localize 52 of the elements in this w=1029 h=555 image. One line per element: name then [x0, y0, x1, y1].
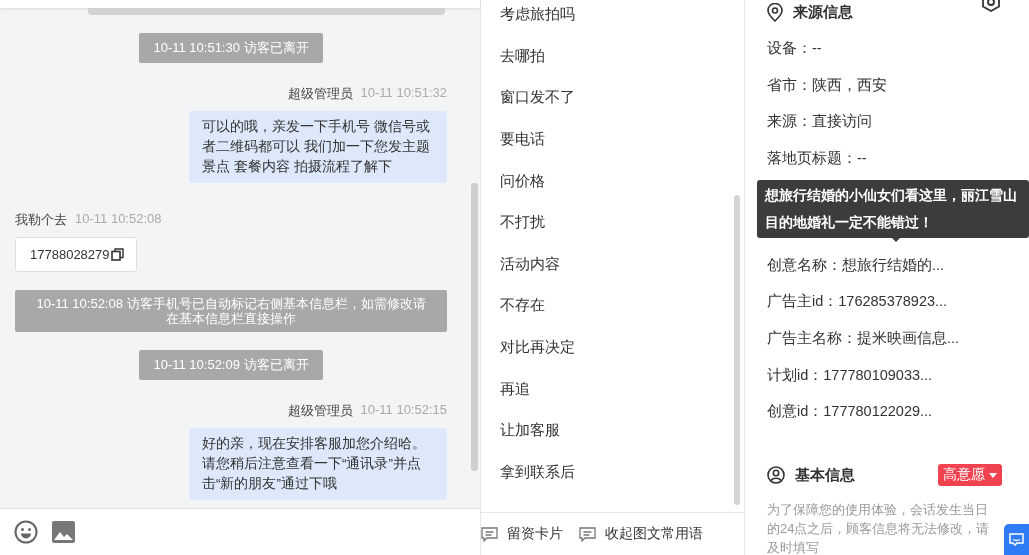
quick-reply-item[interactable]: 让加客服: [481, 409, 744, 452]
message-time: 10-11 10:51:32: [360, 85, 447, 102]
message-time: 10-11 10:52:15: [360, 402, 447, 419]
toolbar-button[interactable]: 收起图文常用语: [579, 525, 703, 543]
scrollbar[interactable]: [734, 195, 740, 505]
quick-reply-item[interactable]: 活动内容: [481, 243, 744, 286]
chat-float-button[interactable]: [1004, 524, 1029, 555]
info-row-text: 创意id：177780122029...: [767, 402, 934, 422]
user-icon: [767, 466, 785, 485]
location-pin-icon: [767, 2, 783, 22]
toolbar-button[interactable]: 留资卡片: [481, 525, 563, 543]
info-row-text: 设备：--: [767, 38, 823, 58]
phone-number: 17788028279: [30, 247, 110, 262]
message-time: 10-11 10:52:08: [75, 211, 162, 228]
quick-reply-item[interactable]: 拿到联系后: [481, 451, 744, 494]
intent-tag-dropdown[interactable]: 高意愿: [938, 464, 1002, 487]
system-message: 10-11 10:52:09 访客已离开: [139, 350, 323, 380]
info-row-text: 来源：直接访问: [767, 112, 873, 132]
info-row-text: 落地页标题：--: [767, 148, 868, 168]
message-icon: [481, 526, 498, 542]
quick-reply-item[interactable]: 再追: [481, 368, 744, 410]
quick-reply-item[interactable]: 窗口发不了: [481, 77, 744, 119]
section-title: 来源信息: [793, 2, 853, 22]
chat-icon: [1009, 532, 1024, 547]
section-title: 基本信息: [795, 465, 855, 485]
scrollbar[interactable]: [471, 183, 478, 471]
message-icon: [579, 526, 596, 542]
info-note: 为了保障您的使用体验，会话发生当日的24点之后，顾客信息将无法修改，请及时填写: [767, 501, 991, 555]
message-bubble: 好的亲，现在安排客服加您介绍哈。请您稍后注意查看一下“通讯录”并点击“新的朋友”通过下哦: [189, 428, 447, 500]
system-message: 10-11 10:51:30 访客已离开: [139, 33, 323, 63]
system-notice: 10-11 10:52:08 访客手机号已自动标记右侧基本信息栏，如需修改请在基本信息栏直接操作: [15, 290, 447, 332]
sender-name: 超级管理员: [287, 402, 353, 420]
sender-name: 超级管理员: [287, 85, 353, 103]
quick-reply-item[interactable]: 不存在: [481, 285, 744, 327]
quick-reply-item[interactable]: 问价格: [481, 160, 744, 202]
info-row-text: 省市：陕西，西安: [767, 75, 888, 95]
info-row-text: 广告主id：176285378923...: [767, 292, 949, 312]
info-row-text: 创意名称：想旅行结婚的...: [767, 255, 946, 275]
copy-icon[interactable]: [110, 248, 124, 261]
emoji-icon[interactable]: [14, 520, 38, 544]
quick-reply-item[interactable]: 要电话: [481, 118, 744, 161]
quick-reply-item[interactable]: 不打扰: [481, 201, 744, 244]
quick-reply-item[interactable]: 去哪拍: [481, 35, 744, 78]
quick-reply-item[interactable]: 对比再决定: [481, 326, 744, 369]
info-row-text: 计划id：177780109033...: [767, 365, 934, 385]
image-icon[interactable]: [52, 521, 75, 543]
info-row-text: 广告主名称：提米映画信息...: [767, 328, 961, 348]
tooltip: 想旅行结婚的小仙女们看这里，丽江雪山目的地婚礼一定不能错过！: [757, 180, 1029, 238]
caret-icon: [989, 472, 997, 478]
quick-reply-item[interactable]: 考虑旅拍吗: [481, 0, 744, 36]
message-bubble: 可以的哦，亲发一下手机号 微信号或者二维码都可以 我们加一下您发主题景点 套餐内容 拍摄流程了解下: [189, 111, 447, 183]
sender-name: 我勒个去: [15, 211, 67, 229]
